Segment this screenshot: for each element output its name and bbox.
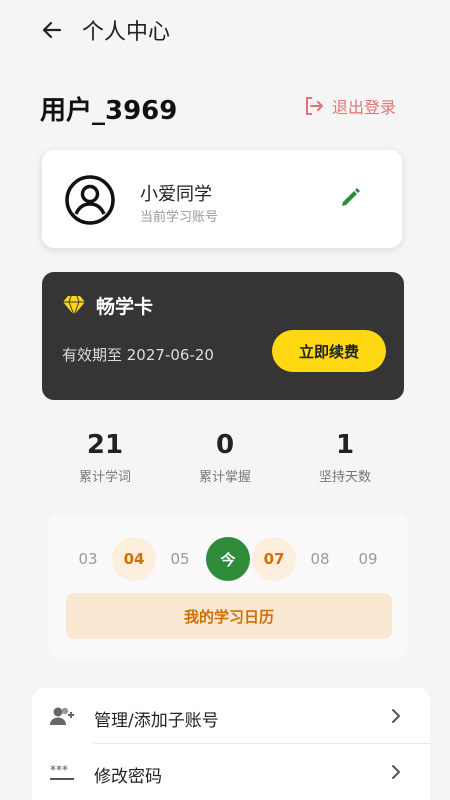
add-user-icon: [50, 707, 74, 725]
diamond-icon: [63, 295, 85, 316]
account-card[interactable]: 小爱同学 当前学习账号: [42, 150, 402, 248]
account-name: 小爱同学: [140, 184, 212, 205]
edit-pencil-icon[interactable]: [338, 186, 362, 210]
stat-label: 累计掌握: [198, 470, 251, 485]
vip-card: 畅学卡 有效期至 2027-06-20 立即续费: [42, 272, 404, 400]
stat-streak-days: 1 坚持天数: [290, 430, 400, 485]
renew-button[interactable]: 立即续费: [272, 330, 386, 372]
study-calendar-button[interactable]: 我的学习日历: [66, 593, 392, 639]
stat-value: 0: [215, 430, 235, 460]
stat-words-learned: 21 累计学词: [50, 430, 160, 485]
calendar-day-studied[interactable]: 07: [252, 537, 296, 581]
logout-button[interactable]: 退出登录: [302, 92, 396, 120]
stat-label: 坚持天数: [318, 470, 371, 485]
menu-item-manage-subaccounts[interactable]: 管理/添加子账号: [32, 688, 430, 744]
back-arrow-icon[interactable]: [40, 18, 64, 42]
stat-label: 累计学词: [78, 470, 131, 485]
menu-item-label: 修改密码: [94, 767, 162, 787]
menu-item-change-password[interactable]: *** 修改密码: [32, 744, 430, 800]
calendar-day-today[interactable]: 今: [206, 537, 250, 581]
logout-icon: [306, 97, 323, 115]
calendar-day-studied[interactable]: 04: [112, 537, 156, 581]
password-icon: ***: [50, 763, 74, 780]
account-subtitle: 当前学习账号: [140, 210, 219, 225]
avatar: [65, 175, 115, 225]
chevron-right-icon: [392, 709, 400, 723]
vip-title: 畅学卡: [96, 296, 154, 318]
calendar-day[interactable]: 03: [66, 537, 110, 581]
calendar-day[interactable]: 08: [298, 537, 342, 581]
username: 用户_3969: [40, 96, 178, 126]
screen: 个人中心 用户_3969 退出登录 小爱同学 当前学习账号 畅学卡 有效期至 2…: [0, 0, 450, 800]
stat-value: 21: [86, 430, 124, 460]
calendar-day[interactable]: 05: [158, 537, 202, 581]
logout-label: 退出登录: [332, 98, 397, 117]
stat-words-mastered: 0 累计掌握: [170, 430, 280, 485]
menu-item-label: 管理/添加子账号: [94, 711, 219, 731]
top-bar: 个人中心: [0, 0, 450, 60]
vip-expire-date: 有效期至 2027-06-20: [62, 346, 214, 364]
calendar-card: 03 04 05 今 07 08 09 我的学习日历: [48, 515, 408, 660]
page-title: 个人中心: [82, 20, 171, 45]
settings-menu: 管理/添加子账号 *** 修改密码: [32, 688, 430, 800]
calendar-day[interactable]: 09: [346, 537, 390, 581]
svg-text:***: ***: [50, 763, 68, 777]
stat-value: 1: [335, 430, 355, 460]
chevron-right-icon: [392, 765, 400, 779]
